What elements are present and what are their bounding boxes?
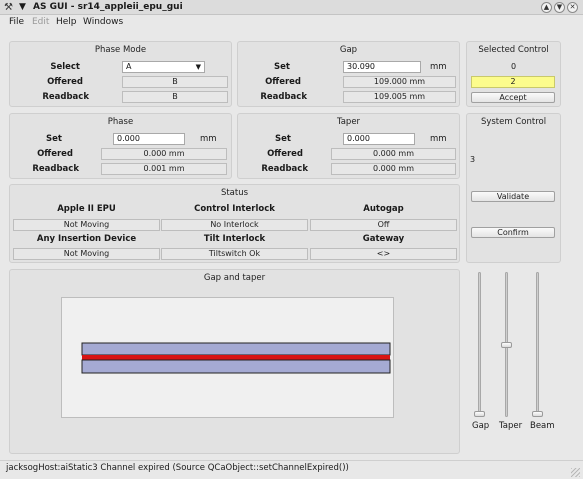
status-title: Status <box>220 188 249 198</box>
taper-readback-value: 0.000 mm <box>331 163 456 175</box>
upper-jaw <box>81 342 391 356</box>
gap-set-unit: mm <box>430 62 447 72</box>
confirm-button[interactable]: Confirm <box>471 227 555 238</box>
tilt-interlock-value: Tiltswitch Ok <box>161 248 308 260</box>
phase-readback-value: 0.001 mm <box>101 163 227 175</box>
phase-readback-label: Readback <box>32 164 79 174</box>
electron-beam <box>82 355 390 360</box>
phase-mode-select[interactable]: A ▼ <box>122 61 205 73</box>
gap-slider-handle[interactable] <box>474 411 485 417</box>
phase-set-unit: mm <box>200 134 217 144</box>
apple-epu-label: Apple II EPU <box>57 204 116 214</box>
beam-slider-track[interactable] <box>536 272 539 417</box>
system-control-title: System Control <box>480 117 547 127</box>
tilt-interlock-label: Tilt Interlock <box>203 234 266 244</box>
apple-epu-value: Not Moving <box>13 219 160 231</box>
phase-mode-offered-label: Offered <box>47 77 83 87</box>
menu-file[interactable]: File <box>9 17 24 28</box>
gateway-value: <> <box>310 248 457 260</box>
app-icon[interactable]: ⚒ <box>4 2 15 13</box>
phase-mode-title: Phase Mode <box>94 45 147 55</box>
menu-help[interactable]: Help <box>56 17 77 28</box>
phase-title: Phase <box>107 117 134 127</box>
phase-mode-offered-value: B <box>122 76 228 88</box>
autogap-label: Autogap <box>363 204 404 214</box>
taper-set-unit: mm <box>430 134 447 144</box>
phase-mode-select-value: A <box>126 62 132 71</box>
phase-offered-value: 0.000 mm <box>101 148 227 160</box>
gap-slider-track[interactable] <box>478 272 481 417</box>
gap-offered-label: Offered <box>265 77 301 87</box>
lower-jaw <box>81 359 391 374</box>
taper-offered-value: 0.000 mm <box>331 148 456 160</box>
selected-control-input[interactable]: 2 <box>471 76 555 88</box>
selected-control-value: 0 <box>510 62 517 71</box>
autogap-value: Off <box>310 219 457 231</box>
validate-button[interactable]: Validate <box>471 191 555 202</box>
phase-set-label: Set <box>46 134 62 144</box>
control-interlock-value: No Interlock <box>161 219 308 231</box>
gap-slider-label: Gap <box>472 421 490 431</box>
gap-title: Gap <box>339 45 358 55</box>
phase-offered-label: Offered <box>37 149 73 159</box>
system-control-value: 3 <box>470 155 476 164</box>
minimize-button[interactable]: ▼ <box>554 2 565 13</box>
gap-offered-value: 109.000 mm <box>343 76 456 88</box>
taper-slider-label: Taper <box>499 421 523 431</box>
phase-mode-readback-value: B <box>122 91 228 103</box>
taper-slider-handle[interactable] <box>501 341 512 348</box>
control-interlock-label: Control Interlock <box>194 204 275 214</box>
gap-set-label: Set <box>274 62 290 72</box>
resize-grip-icon[interactable] <box>571 468 580 477</box>
gap-taper-title: Gap and taper <box>203 273 266 283</box>
menu-edit[interactable]: Edit <box>32 17 49 28</box>
insertion-device-label: Any Insertion Device <box>36 234 137 244</box>
status-bar-message: jacksogHost:aiStatic3 Channel expired (S… <box>6 463 349 473</box>
gap-taper-canvas <box>61 297 394 418</box>
chevron-down-icon: ▼ <box>195 63 201 71</box>
window-title: AS GUI - sr14_appleii_epu_gui <box>33 2 183 12</box>
taper-offered-label: Offered <box>267 149 303 159</box>
taper-readback-label: Readback <box>261 164 308 174</box>
gateway-label: Gateway <box>362 234 405 244</box>
accept-button[interactable]: Accept <box>471 92 555 103</box>
maximize-button[interactable]: ▲ <box>541 2 552 13</box>
system-control-panel: System Control <box>466 113 561 263</box>
window-menu-icon[interactable]: ▼ <box>19 1 26 14</box>
taper-set-label: Set <box>275 134 291 144</box>
taper-set-input[interactable]: 0.000 <box>343 133 415 145</box>
gap-set-input[interactable]: 30.090 <box>343 61 421 73</box>
gap-taper-svg <box>81 342 391 374</box>
taper-title: Taper <box>336 117 361 127</box>
insertion-device-value: Not Moving <box>13 248 160 260</box>
gap-readback-value: 109.005 mm <box>343 91 456 103</box>
gap-readback-label: Readback <box>260 92 307 102</box>
menu-windows[interactable]: Windows <box>83 17 123 28</box>
close-button[interactable]: ✕ <box>567 2 578 13</box>
beam-slider-label: Beam <box>530 421 555 431</box>
beam-slider-handle[interactable] <box>532 411 543 417</box>
phase-mode-readback-label: Readback <box>42 92 89 102</box>
phase-mode-select-label: Select <box>50 62 80 72</box>
phase-set-input[interactable]: 0.000 <box>113 133 185 145</box>
selected-control-title: Selected Control <box>478 45 549 55</box>
